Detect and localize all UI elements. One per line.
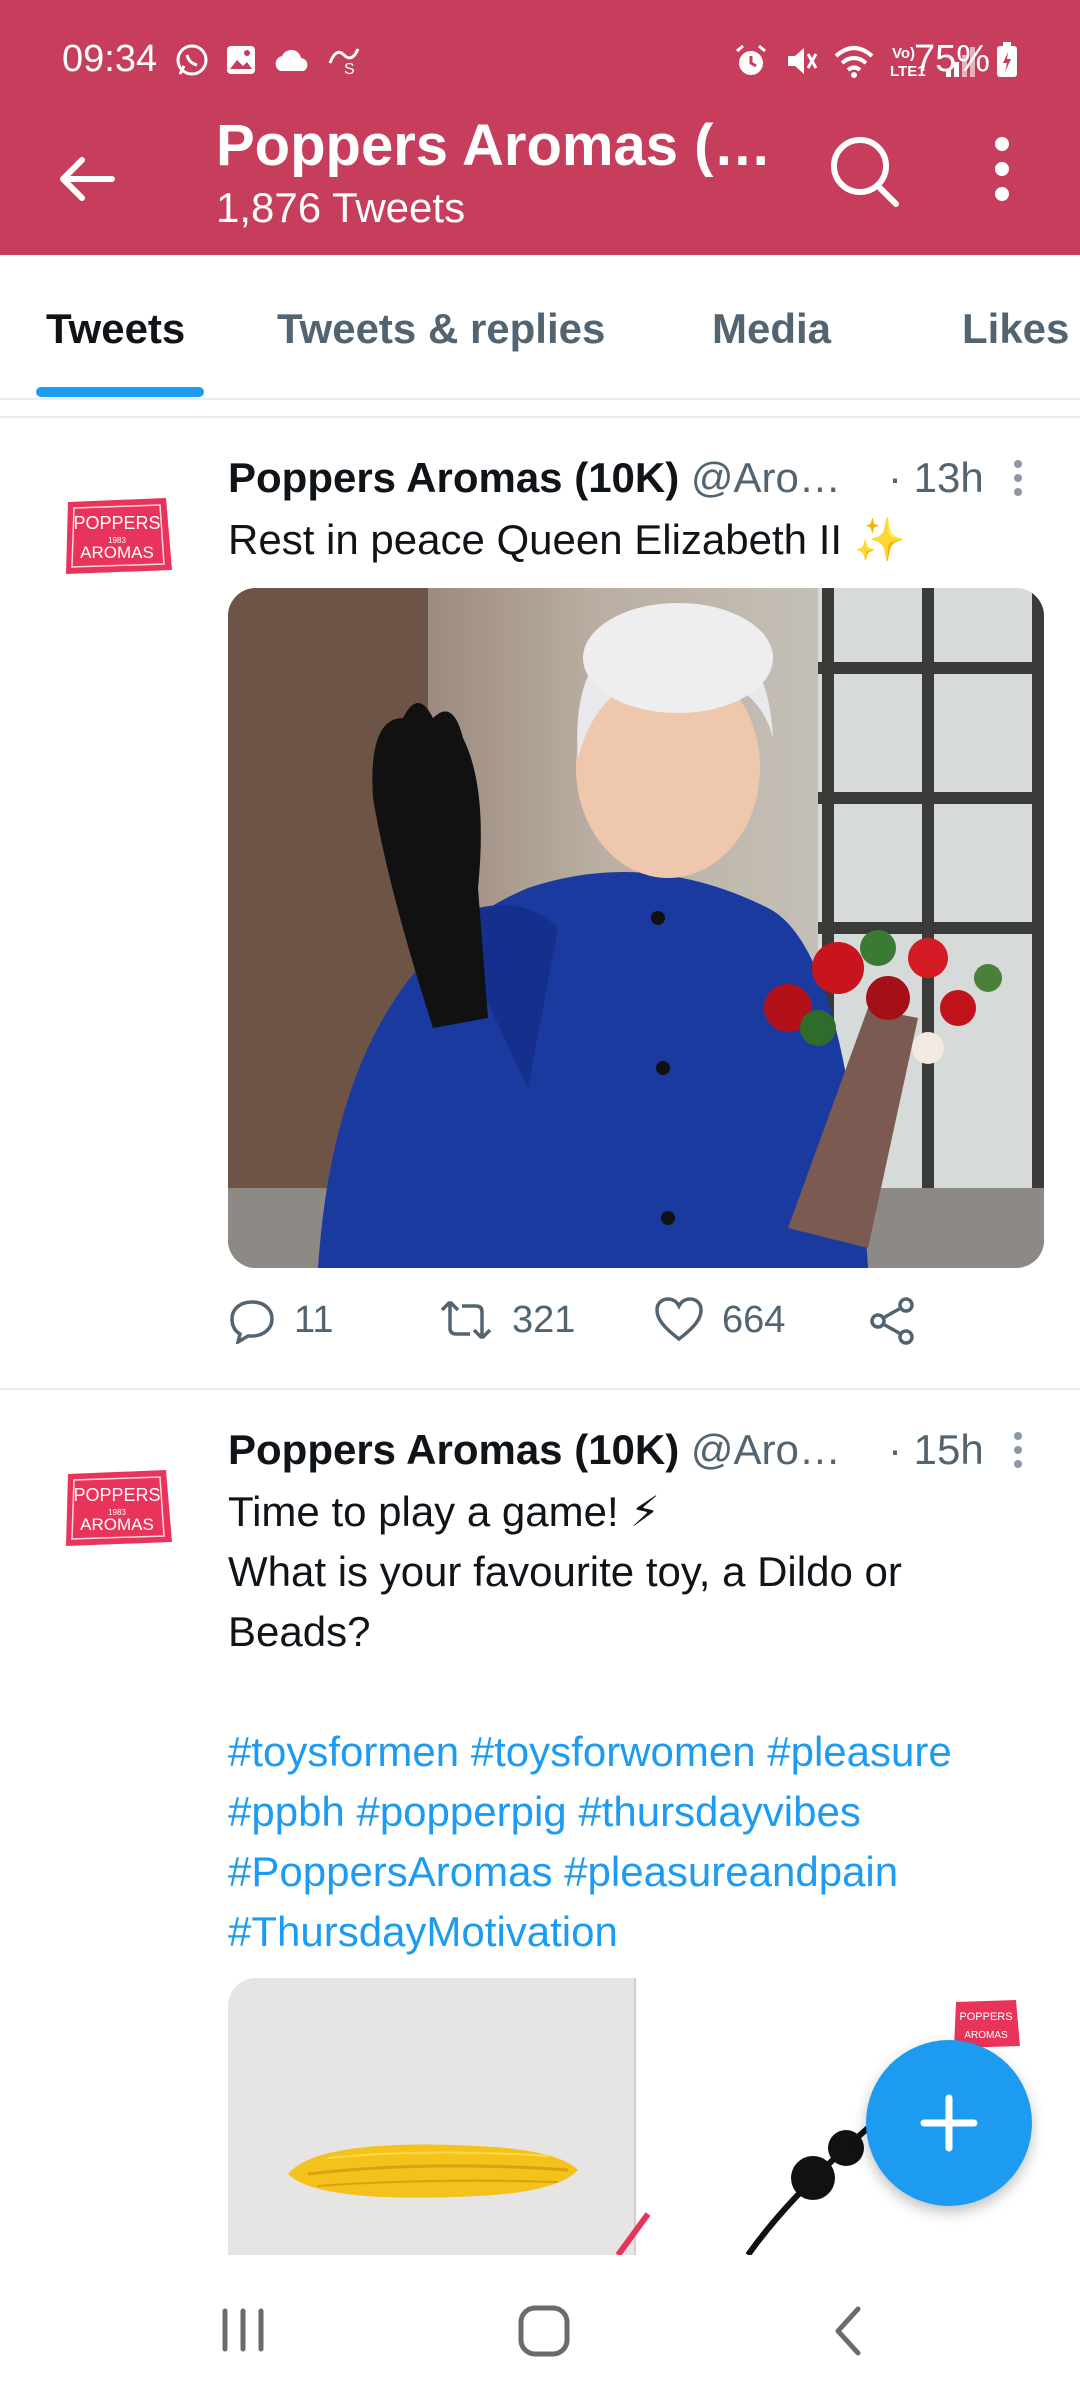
status-time: 09:34 xyxy=(62,38,158,80)
retweet-icon xyxy=(440,1300,492,1340)
share-button[interactable] xyxy=(868,1296,918,1346)
profile-tabs: Tweets Tweets & replies Media Likes xyxy=(0,255,1080,400)
like-count: 664 xyxy=(722,1298,786,1341)
tweet-photo xyxy=(228,588,1044,1268)
reply-count: 11 xyxy=(294,1298,334,1341)
tweet-text-line: Beads? xyxy=(228,1608,371,1655)
avatar-text: AROMAS xyxy=(80,543,154,562)
search-icon[interactable] xyxy=(826,130,902,210)
hashtag-link[interactable]: #ppbh xyxy=(228,1788,345,1835)
hashtag-link[interactable]: #ThursdayMotivation xyxy=(228,1908,618,1955)
tweet-actions: 11 321 664 xyxy=(228,1296,1048,1366)
back-nav-icon[interactable] xyxy=(828,2303,868,2359)
wifi-icon xyxy=(834,46,874,78)
tab-likes[interactable]: Likes xyxy=(962,305,1069,353)
hashtag-link[interactable]: #popperpig xyxy=(356,1788,566,1835)
plus-icon xyxy=(920,2094,978,2152)
tweet-count: 1,876 Tweets xyxy=(216,184,466,231)
profile-header-bar: Poppers Aromas (… 1,876 Tweets xyxy=(0,110,1080,255)
avatar-text: POPPERS xyxy=(959,2011,1012,2023)
tweet-text: Rest in peace Queen Elizabeth II ✨ xyxy=(228,516,907,563)
hashtag-link[interactable]: #toysforwomen xyxy=(471,1728,756,1775)
avatar-text: POPPERS xyxy=(73,513,160,533)
hashtag-link[interactable]: #thursdayvibes xyxy=(578,1788,861,1835)
tweet-item[interactable]: POPPERS 1983 AROMAS Poppers Aromas (10K)… xyxy=(0,418,1080,1388)
tab-tweets[interactable]: Tweets xyxy=(46,305,185,353)
gallery-icon xyxy=(227,46,255,74)
tweet-header: Poppers Aromas (10K) @Aro… xyxy=(228,454,841,502)
avatar-text: POPPERS xyxy=(73,1485,160,1505)
svg-text:Vo): Vo) xyxy=(892,45,915,62)
home-icon[interactable] xyxy=(516,2303,572,2359)
share-icon xyxy=(870,1297,914,1345)
tab-tweets-and-replies[interactable]: Tweets & replies xyxy=(277,305,605,353)
tweet-time: · 15h xyxy=(888,1426,984,1473)
hashtag-link[interactable]: #PoppersAromas xyxy=(228,1848,553,1895)
tweet-more-icon[interactable] xyxy=(1006,1430,1030,1474)
svg-text:S: S xyxy=(344,61,355,77)
tweet-text: Time to play a game! ⚡ What is your favo… xyxy=(228,1482,1048,1962)
mute-icon xyxy=(788,48,818,74)
battery-icon xyxy=(997,41,1017,77)
battery-percent: 75% xyxy=(913,38,990,80)
author-name[interactable]: Poppers Aromas (10K) xyxy=(228,1426,679,1473)
author-handle[interactable]: @Aro… xyxy=(691,1426,841,1473)
tweet-text-line: What is your favourite toy, a Dildo or xyxy=(228,1548,902,1595)
status-bar: 09:34 S Vo) LTE1 75% xyxy=(0,0,1080,120)
system-navigation-bar xyxy=(0,2255,1080,2400)
status-left-icons: S xyxy=(174,42,364,78)
hashtag-link[interactable]: #pleasure xyxy=(767,1728,951,1775)
tweet-more-icon[interactable] xyxy=(1006,458,1030,502)
battery-indicator: 75% xyxy=(914,38,1018,81)
heart-icon xyxy=(655,1297,703,1342)
app-header: 09:34 S Vo) LTE1 75% Poppers Aromas (… 1,… xyxy=(0,0,1080,255)
whatsapp-icon xyxy=(176,44,208,76)
tweet-time: · 13h xyxy=(888,454,984,501)
overflow-menu-icon[interactable] xyxy=(970,134,1034,204)
notification-icon: S xyxy=(328,48,360,77)
retweet-count: 321 xyxy=(512,1298,576,1341)
author-name[interactable]: Poppers Aromas (10K) xyxy=(228,454,679,501)
like-button[interactable]: 664 xyxy=(654,1296,785,1344)
author-handle[interactable]: @Aro… xyxy=(691,454,841,501)
cloud-icon xyxy=(275,49,308,71)
back-arrow-icon[interactable] xyxy=(52,144,122,214)
active-tab-indicator xyxy=(36,387,204,397)
hashtag-link[interactable]: #pleasureandpain xyxy=(564,1848,898,1895)
reply-button[interactable]: 11 xyxy=(228,1296,333,1344)
retweet-button[interactable]: 321 xyxy=(438,1296,575,1344)
profile-title: Poppers Aromas (… xyxy=(216,113,772,178)
tab-media[interactable]: Media xyxy=(712,305,831,353)
alarm-icon xyxy=(736,44,766,75)
tweet-image[interactable] xyxy=(228,588,1044,1268)
hashtag-link[interactable]: #toysformen xyxy=(228,1728,459,1775)
tweet-header: Poppers Aromas (10K) @Aro… xyxy=(228,1426,841,1474)
compose-tweet-button[interactable] xyxy=(866,2040,1032,2206)
avatar-text: AROMAS xyxy=(80,1515,154,1534)
avatar[interactable]: POPPERS 1983 AROMAS xyxy=(60,1466,174,1550)
recent-apps-icon[interactable] xyxy=(215,2305,271,2355)
tweet-text-line: Time to play a game! ⚡ xyxy=(228,1488,660,1535)
avatar[interactable]: POPPERS 1983 AROMAS xyxy=(60,494,174,578)
reply-icon xyxy=(230,1300,274,1344)
